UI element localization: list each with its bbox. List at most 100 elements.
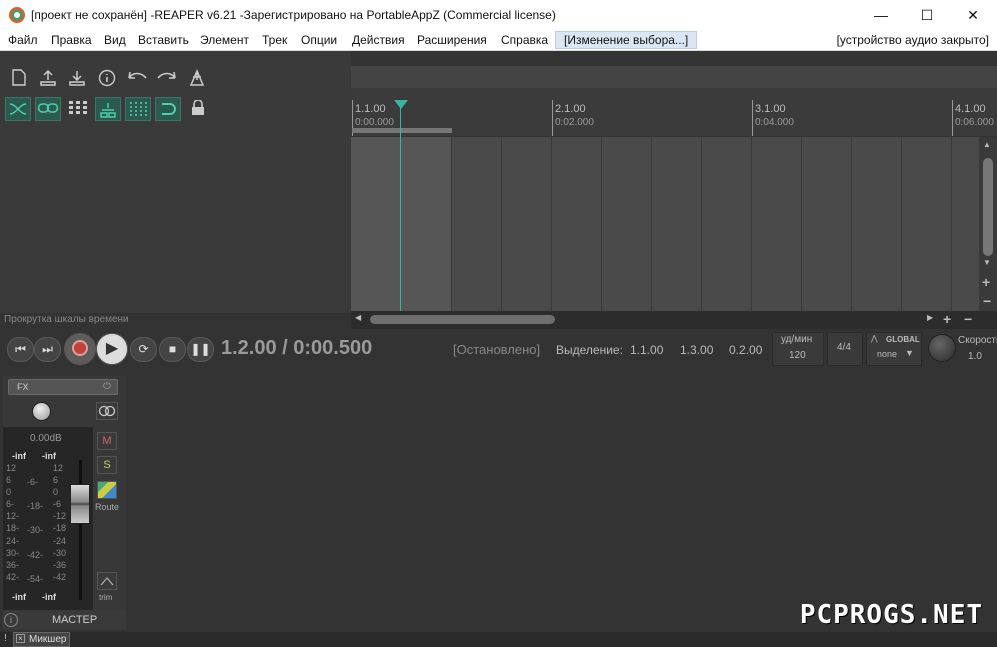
stereo-mode-button[interactable] bbox=[96, 402, 118, 420]
mute-button[interactable]: M bbox=[97, 432, 117, 450]
selection-end[interactable]: 1.3.00 bbox=[680, 343, 713, 357]
global-mode[interactable]: none bbox=[877, 349, 897, 359]
new-project-icon[interactable] bbox=[6, 66, 32, 90]
menu-extensions[interactable]: Расширения bbox=[417, 33, 487, 47]
vertical-scroll-thumb[interactable] bbox=[983, 158, 993, 256]
snap-icon[interactable] bbox=[125, 97, 151, 121]
menu-insert[interactable]: Вставить bbox=[138, 33, 189, 47]
tempo-value[interactable]: 120 bbox=[789, 350, 806, 361]
import-icon[interactable] bbox=[64, 66, 90, 90]
tempo-label: уд/мин bbox=[781, 334, 813, 345]
loop-selection-bar[interactable] bbox=[352, 128, 452, 133]
info-icon[interactable] bbox=[94, 66, 120, 90]
menu-file[interactable]: Файл bbox=[8, 33, 38, 47]
volume-fader-track[interactable] bbox=[79, 460, 82, 600]
playhead-cursor[interactable] bbox=[400, 102, 401, 311]
beat-line bbox=[601, 137, 602, 311]
beat-line bbox=[551, 137, 552, 311]
docker-menu-icon[interactable]: ! bbox=[4, 633, 7, 644]
selection-label: Выделение: bbox=[556, 343, 623, 357]
envelope-trim-icon[interactable] bbox=[97, 572, 117, 590]
menu-help[interactable]: Справка bbox=[501, 33, 548, 47]
redo-icon[interactable] bbox=[154, 66, 180, 90]
watermark-logo: PCPROGS.NET bbox=[799, 600, 983, 630]
zoom-out-vertical-icon[interactable]: − bbox=[983, 293, 991, 309]
play-state: [Остановлено] bbox=[453, 342, 541, 357]
undo-icon[interactable] bbox=[124, 66, 150, 90]
zoom-out-horizontal-icon[interactable]: − bbox=[964, 311, 972, 327]
bar-label: 1.1.00 bbox=[355, 103, 386, 115]
power-icon[interactable]: ⏻ bbox=[103, 381, 111, 392]
playhead-marker-icon[interactable] bbox=[394, 100, 408, 109]
playrate-knob[interactable] bbox=[928, 334, 956, 362]
minimize-button[interactable]: — bbox=[858, 0, 904, 30]
bar-marker bbox=[752, 100, 753, 136]
loop-icon[interactable] bbox=[155, 97, 181, 121]
time-selection[interactable] bbox=[351, 137, 451, 311]
bar-label: 4.1.00 bbox=[955, 103, 986, 115]
peak-right-bottom: -inf bbox=[42, 592, 56, 602]
pan-knob[interactable] bbox=[32, 402, 51, 421]
zoom-in-vertical-icon[interactable]: + bbox=[982, 274, 990, 290]
title-bar: [проект не сохранён] -REAPER v6.21 -Заре… bbox=[0, 0, 997, 30]
beat-line bbox=[701, 137, 702, 311]
mixer-panel[interactable] bbox=[0, 373, 997, 632]
lock-icon[interactable] bbox=[185, 97, 211, 121]
close-tab-icon[interactable]: × bbox=[16, 634, 25, 643]
solo-button[interactable]: S bbox=[97, 456, 117, 474]
menu-item[interactable]: Элемент bbox=[200, 33, 249, 47]
scroll-up-icon[interactable]: ▲ bbox=[983, 140, 991, 149]
menu-track[interactable]: Трек bbox=[262, 33, 287, 47]
scroll-right-icon[interactable]: ▶ bbox=[927, 313, 933, 322]
save-icon[interactable] bbox=[35, 66, 61, 90]
link-icon[interactable] bbox=[35, 97, 61, 121]
meter-scale-left: 12 6 0 6- 12- 18- 24- 30- 36- 42- bbox=[6, 463, 20, 582]
close-button[interactable]: ✕ bbox=[950, 0, 996, 30]
route-icon[interactable] bbox=[97, 481, 117, 499]
bar-time: 0:02.000 bbox=[555, 117, 594, 128]
time-signature[interactable]: 4/4 bbox=[837, 342, 851, 353]
menu-actions[interactable]: Действия bbox=[352, 33, 405, 47]
repeat-button[interactable]: ⟳ bbox=[130, 337, 157, 362]
go-to-start-button[interactable]: ⏮ bbox=[7, 337, 34, 362]
route-label[interactable]: Route bbox=[95, 502, 119, 512]
bar-time: 0:06.000 bbox=[955, 117, 994, 128]
fader-scale: 12 6 0 -6 -12 -18 -24 -30 -36 -42 bbox=[53, 463, 67, 582]
info-circle-icon[interactable]: i bbox=[4, 613, 18, 627]
horizontal-scroll-thumb[interactable] bbox=[370, 315, 555, 324]
audio-device-status[interactable]: [устройство аудио закрыто] bbox=[837, 33, 989, 47]
volume-db: 0.00dB bbox=[30, 433, 62, 444]
menu-selection-change[interactable]: [Изменение выбора...] bbox=[555, 31, 698, 49]
selection-start[interactable]: 1.1.00 bbox=[630, 343, 663, 357]
maximize-button[interactable]: ☐ bbox=[904, 0, 950, 30]
menu-view[interactable]: Вид bbox=[104, 33, 126, 47]
record-button[interactable] bbox=[64, 333, 96, 365]
beat-line bbox=[751, 137, 752, 311]
stop-button[interactable]: ■ bbox=[159, 337, 186, 362]
position-display[interactable]: 1.2.00 / 0:00.500 bbox=[221, 337, 372, 360]
volume-fader-handle[interactable] bbox=[70, 484, 90, 524]
selection-length[interactable]: 0.2.00 bbox=[729, 343, 762, 357]
group-icon[interactable] bbox=[95, 97, 121, 121]
ripple-icon[interactable] bbox=[5, 97, 31, 121]
playrate-value[interactable]: 1.0 bbox=[968, 351, 982, 362]
beat-line bbox=[501, 137, 502, 311]
bar-marker bbox=[552, 100, 553, 136]
menu-options[interactable]: Опции bbox=[301, 33, 337, 47]
metronome-icon[interactable] bbox=[184, 66, 210, 90]
ruler-region-lane[interactable] bbox=[351, 66, 997, 88]
grid-icon[interactable] bbox=[65, 97, 91, 121]
play-button[interactable]: ▶ bbox=[96, 333, 128, 365]
beat-line bbox=[851, 137, 852, 311]
scroll-down-icon[interactable]: ▼ bbox=[983, 258, 991, 267]
dropdown-icon[interactable]: ▼ bbox=[905, 348, 914, 358]
peak-left-bottom: -inf bbox=[12, 592, 26, 602]
menu-edit[interactable]: Правка bbox=[51, 33, 92, 47]
go-to-end-button[interactable]: ⏭ bbox=[34, 337, 61, 362]
zoom-in-horizontal-icon[interactable]: + bbox=[943, 311, 951, 327]
beat-line bbox=[801, 137, 802, 311]
scroll-left-icon[interactable]: ◀ bbox=[355, 313, 361, 322]
reaper-logo-icon bbox=[9, 7, 25, 23]
docker-tab-bar bbox=[0, 632, 997, 647]
pause-button[interactable]: ❚❚ bbox=[187, 337, 214, 362]
